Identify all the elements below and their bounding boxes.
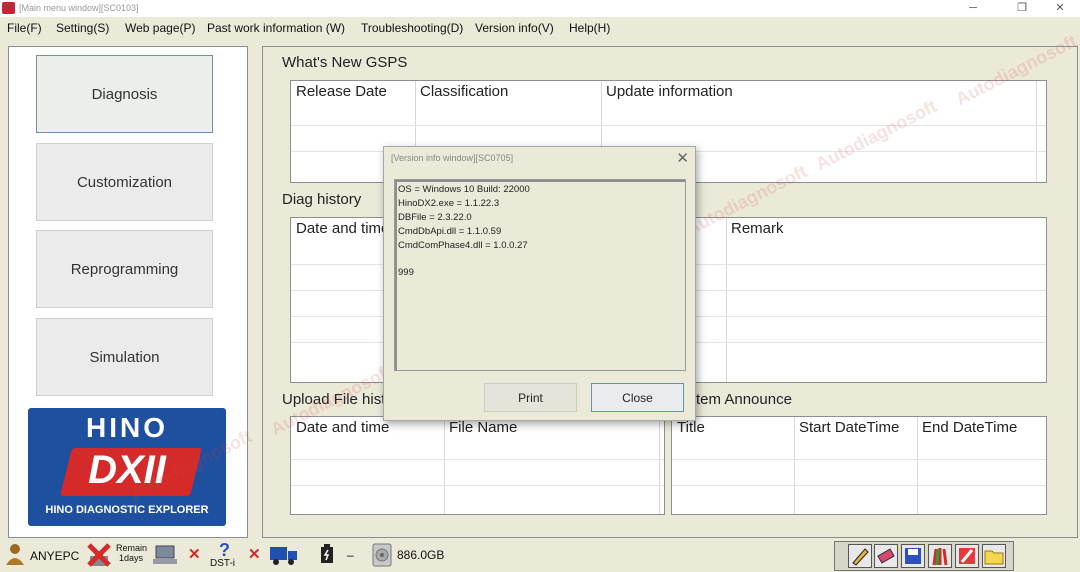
maximize-button[interactable]: ❐ bbox=[1007, 1, 1037, 16]
version-info-text-area[interactable]: OS = Windows 10 Build: 22000 HinoDX2.exe… bbox=[394, 179, 686, 371]
column-header[interactable]: Date and time bbox=[296, 220, 389, 237]
diagnosis-button[interactable]: Diagnosis bbox=[36, 55, 213, 133]
logo-tagline: HINO DIAGNOSTIC EXPLORER bbox=[45, 504, 209, 516]
disk-free-space: 886.0GB bbox=[397, 548, 445, 562]
close-window-button[interactable]: ✕ bbox=[1045, 1, 1075, 16]
battery-icon bbox=[321, 544, 333, 563]
diag-history-title: Diag history bbox=[282, 191, 362, 208]
device-name: DST-i bbox=[210, 558, 235, 569]
remain-label: Remain bbox=[116, 543, 148, 553]
laptop-icon bbox=[153, 545, 177, 564]
save-icon[interactable] bbox=[901, 544, 925, 568]
column-header[interactable]: Release Date bbox=[296, 83, 387, 100]
row-divider bbox=[672, 459, 1046, 460]
column-header[interactable]: File Name bbox=[449, 419, 517, 436]
version-line: CmdComPhase4.dll = 1.0.0.27 bbox=[398, 240, 528, 251]
version-info-dialog: [Version info window][SC0705] ✕ OS = Win… bbox=[383, 146, 696, 421]
row-divider bbox=[291, 459, 664, 460]
dialog-close-icon[interactable]: ✕ bbox=[676, 149, 689, 167]
column-divider bbox=[444, 417, 445, 514]
disk-icon bbox=[372, 543, 392, 567]
customization-button[interactable]: Customization bbox=[36, 143, 213, 221]
menu-help[interactable]: Help(H) bbox=[569, 21, 610, 35]
version-line: HinoDX2.exe = 1.1.22.3 bbox=[398, 198, 500, 209]
user-icon bbox=[6, 544, 24, 565]
menu-version-info[interactable]: Version info(V) bbox=[475, 21, 554, 35]
laptop-error-icon: ✕ bbox=[188, 546, 201, 563]
column-divider bbox=[1036, 81, 1037, 182]
eraser-icon[interactable] bbox=[874, 544, 898, 568]
dialog-title: [Version info window][SC0705] bbox=[391, 153, 514, 163]
truck-icon bbox=[270, 547, 297, 565]
version-line: CmdDbApi.dll = 1.1.0.59 bbox=[398, 226, 502, 237]
row-divider bbox=[291, 125, 1046, 126]
menu-troubleshooting[interactable]: Troubleshooting(D) bbox=[361, 21, 463, 35]
system-announce-table[interactable]: Title Start DateTime End DateTime bbox=[671, 416, 1047, 515]
column-divider bbox=[794, 417, 795, 514]
menu-setting[interactable]: Setting(S) bbox=[56, 21, 109, 35]
column-header[interactable]: Title bbox=[677, 419, 705, 436]
simulation-button[interactable]: Simulation bbox=[36, 318, 213, 396]
upload-history-table[interactable]: Date and time File Name bbox=[290, 416, 665, 515]
pencils-icon[interactable] bbox=[928, 544, 952, 568]
remain-days: 1days bbox=[119, 553, 144, 563]
folder-icon[interactable] bbox=[982, 544, 1006, 568]
remain-error-icon bbox=[87, 543, 111, 567]
window-title: [Main menu window][SC0103] bbox=[19, 3, 139, 13]
menu-past-work-information[interactable]: Past work information (W) bbox=[207, 21, 345, 35]
column-header[interactable]: End DateTime bbox=[922, 419, 1017, 436]
column-divider bbox=[726, 218, 727, 382]
reprogramming-button[interactable]: Reprogramming bbox=[36, 230, 213, 308]
user-name: ANYEPC bbox=[30, 549, 80, 563]
version-line: 999 bbox=[398, 267, 414, 278]
app-icon bbox=[2, 2, 15, 14]
column-divider bbox=[917, 417, 918, 514]
pencil-edit-icon[interactable] bbox=[848, 544, 872, 568]
version-line: DBFile = 2.3.22.0 bbox=[398, 212, 472, 223]
close-button[interactable]: Close bbox=[591, 383, 684, 412]
minimize-button[interactable]: ─ bbox=[958, 1, 988, 16]
logo-brand-text: HINO bbox=[86, 412, 168, 443]
row-divider bbox=[291, 485, 664, 486]
menu-bar: File(F) Setting(S) Web page(P) Past work… bbox=[0, 17, 1080, 39]
device-error-icon: ✕ bbox=[248, 546, 261, 563]
row-divider bbox=[672, 485, 1046, 486]
column-header[interactable]: Update information bbox=[606, 83, 733, 100]
print-button[interactable]: Print bbox=[484, 383, 577, 412]
edit-highlight-icon[interactable] bbox=[955, 544, 979, 568]
version-line: OS = Windows 10 Build: 22000 bbox=[398, 184, 530, 195]
column-header[interactable]: Start DateTime bbox=[799, 419, 899, 436]
menu-web-page[interactable]: Web page(P) bbox=[125, 21, 195, 35]
column-header[interactable]: Classification bbox=[420, 83, 508, 100]
quick-tools-toolbar bbox=[834, 541, 1014, 571]
column-header[interactable]: Remark bbox=[731, 220, 784, 237]
column-divider bbox=[659, 417, 660, 514]
battery-level: – bbox=[347, 548, 354, 562]
title-bar: [Main menu window][SC0103] ─ ❐ ✕ bbox=[0, 0, 1080, 17]
menu-file[interactable]: File(F) bbox=[7, 21, 42, 35]
whats-new-title: What's New GSPS bbox=[282, 54, 408, 71]
